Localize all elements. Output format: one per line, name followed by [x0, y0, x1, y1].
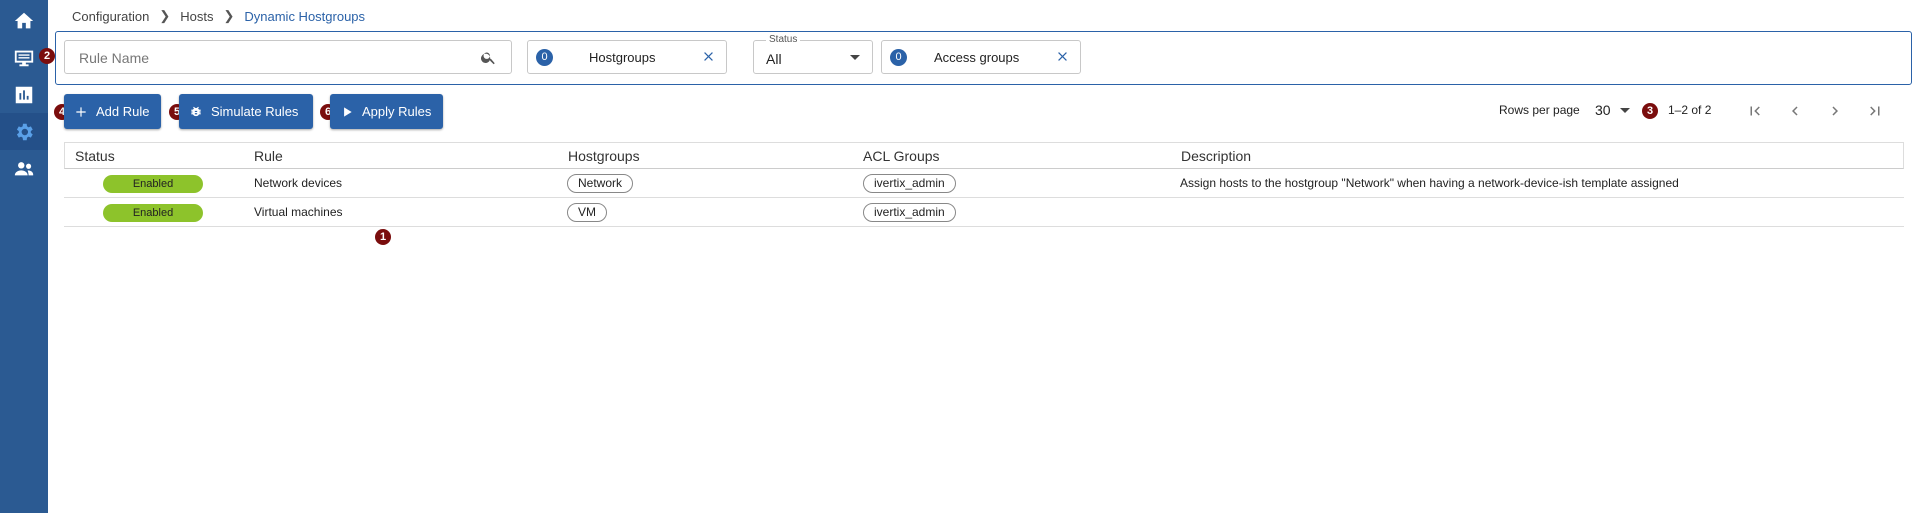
close-icon[interactable]	[1055, 49, 1070, 64]
breadcrumb: Configuration ❯ Hosts ❯ Dynamic Hostgrou…	[72, 8, 365, 24]
status-badge: Enabled	[103, 204, 203, 222]
column-header-hostgroups[interactable]: Hostgroups	[568, 148, 640, 164]
pagination-range: 1–2 of 2	[1668, 103, 1712, 117]
table-row[interactable]: Enabled Virtual machines VM ivertix_admi…	[64, 198, 1904, 227]
chevron-right-icon: ❯	[159, 8, 171, 23]
rows-per-page-label: Rows per page	[1499, 103, 1580, 117]
first-page-icon	[1750, 106, 1760, 116]
bug-icon	[191, 106, 201, 116]
annotation-badge-3: 3	[1642, 103, 1658, 119]
simulate-rules-button[interactable]: Simulate Rules	[179, 94, 313, 129]
play-icon	[344, 106, 352, 117]
search-placeholder: Rule Name	[79, 50, 150, 66]
rule-name: Network devices	[254, 176, 343, 190]
chart-icon	[15, 86, 33, 103]
table-row[interactable]: Enabled Network devices Network ivertix_…	[64, 169, 1904, 198]
main-content: Configuration ❯ Hosts ❯ Dynamic Hostgrou…	[39, 0, 1920, 513]
annotation-badge-1: 1	[375, 229, 391, 245]
table-header: Status Rule Hostgroups ACL Groups Descri…	[64, 142, 1904, 169]
hostgroups-filter-label: Hostgroups	[589, 50, 656, 65]
hostgroups-count-badge: 0	[536, 49, 553, 66]
sidebar	[0, 0, 48, 513]
acl-group-tag: ivertix_admin	[863, 174, 956, 193]
apply-rules-label: Apply Rules	[362, 104, 432, 119]
search-input[interactable]: Rule Name	[64, 40, 512, 74]
rule-description: Assign hosts to the hostgroup "Network" …	[1180, 176, 1679, 190]
close-icon[interactable]	[701, 49, 716, 64]
last-page-button[interactable]	[1866, 102, 1884, 120]
hostgroups-filter[interactable]: 0 Hostgroups	[527, 40, 727, 74]
filter-bar: Rule Name 0 Hostgroups Status All 0 Acce…	[55, 31, 1912, 85]
users-icon	[14, 161, 34, 175]
status-select-value: All	[766, 51, 782, 67]
breadcrumb-configuration[interactable]: Configuration	[72, 9, 149, 24]
hostgroup-tag: Network	[567, 174, 634, 193]
plus-icon	[76, 106, 86, 117]
rules-table: Status Rule Hostgroups ACL Groups Descri…	[64, 142, 1904, 227]
nav-home[interactable]	[0, 2, 48, 39]
chevron-left-icon	[1792, 106, 1798, 116]
chevron-right-icon	[1832, 106, 1838, 116]
rule-name: Virtual machines	[254, 205, 343, 219]
breadcrumb-dynamic-hostgroups: Dynamic Hostgroups	[244, 8, 366, 24]
last-page-icon	[1870, 106, 1880, 116]
monitor-icon	[14, 50, 34, 66]
access-groups-count-badge: 0	[890, 49, 907, 66]
chevron-down-icon	[1620, 108, 1630, 113]
apply-rules-button[interactable]: Apply Rules	[330, 94, 443, 129]
acl-group-tag: ivertix_admin	[863, 203, 956, 222]
status-badge: Enabled	[103, 175, 203, 193]
nav-users[interactable]	[0, 150, 48, 187]
nav-configuration[interactable]	[0, 113, 48, 150]
chevron-down-icon	[850, 55, 860, 60]
gear-icon	[16, 123, 33, 140]
home-icon	[14, 12, 34, 28]
access-groups-filter[interactable]: 0 Access groups	[881, 40, 1081, 74]
column-header-status[interactable]: Status	[75, 148, 115, 164]
column-header-acl-groups[interactable]: ACL Groups	[863, 148, 940, 164]
simulate-rules-label: Simulate Rules	[211, 104, 299, 119]
status-select[interactable]: Status All	[753, 34, 873, 74]
column-header-description[interactable]: Description	[1181, 148, 1251, 164]
breadcrumb-hosts[interactable]: Hosts	[180, 9, 213, 24]
chevron-right-icon: ❯	[223, 8, 235, 23]
previous-page-button[interactable]	[1786, 102, 1804, 120]
column-header-rule[interactable]: Rule	[254, 148, 283, 164]
rows-per-page-value: 30	[1595, 102, 1611, 118]
search-icon[interactable]	[480, 49, 497, 66]
next-page-button[interactable]	[1826, 102, 1844, 120]
add-rule-label: Add Rule	[96, 104, 150, 119]
hostgroup-tag: VM	[567, 203, 607, 222]
annotation-badge-2: 2	[39, 48, 55, 64]
status-select-legend: Status	[766, 34, 801, 45]
nav-reports[interactable]	[0, 76, 48, 113]
add-rule-button[interactable]: Add Rule	[64, 94, 161, 129]
first-page-button[interactable]	[1746, 102, 1764, 120]
access-groups-filter-label: Access groups	[934, 50, 1020, 65]
rows-per-page-select[interactable]: 30	[1595, 102, 1635, 120]
